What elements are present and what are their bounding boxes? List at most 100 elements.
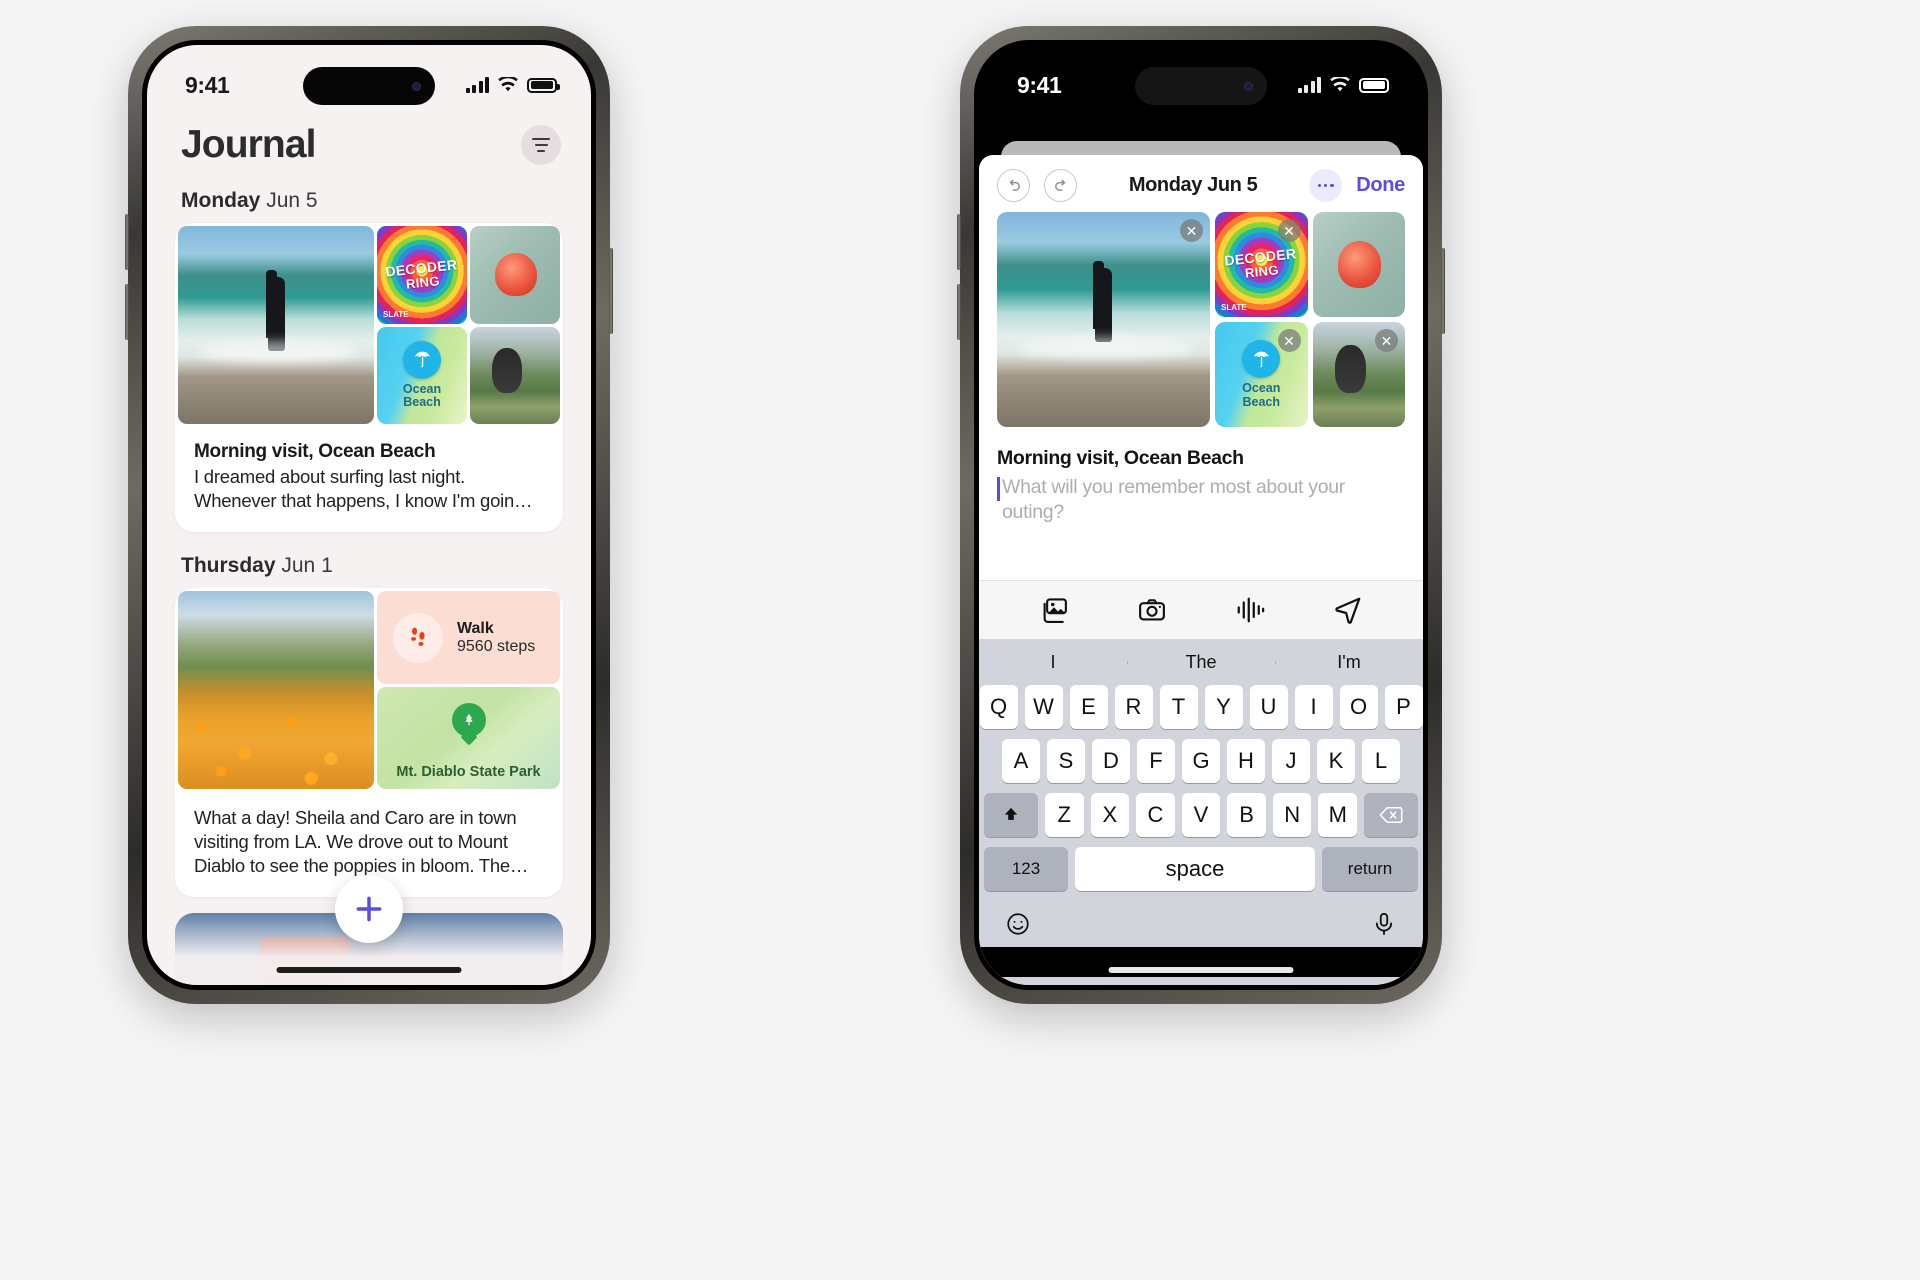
waveform-icon[interactable] — [1235, 595, 1265, 625]
photo-dog[interactable] — [470, 326, 560, 424]
remove-photo-button[interactable]: ✕ — [1180, 219, 1203, 242]
photo-shell[interactable] — [470, 226, 560, 324]
map-tile-ocean-beach[interactable]: Ocean Beach ✕ — [1215, 322, 1308, 427]
photo-surfer-beach[interactable]: ✕ — [997, 212, 1210, 427]
filter-icon[interactable] — [521, 125, 561, 165]
key-a[interactable]: A — [1002, 739, 1040, 783]
key-k[interactable]: K — [1317, 739, 1355, 783]
phone-left-bezel: 9:41 Journal Monday Jun 5 DECODER RING S… — [142, 40, 596, 990]
redo-icon[interactable] — [1044, 169, 1077, 202]
home-indicator[interactable] — [1108, 967, 1294, 973]
key-h[interactable]: H — [1227, 739, 1265, 783]
location-arrow-icon[interactable] — [1333, 595, 1363, 625]
key-g[interactable]: G — [1182, 739, 1220, 783]
workout-widget-walk[interactable]: Walk 9560 steps — [377, 591, 560, 685]
suggestion-2[interactable]: I'm — [1275, 652, 1423, 673]
map-label-line2: Beach — [1242, 394, 1281, 409]
entry-text-block: Morning visit, Ocean Beach I dreamed abo… — [175, 427, 563, 532]
beach-umbrella-icon — [1242, 340, 1281, 378]
shift-icon[interactable] — [983, 793, 1038, 837]
key-s[interactable]: S — [1047, 739, 1085, 783]
key-p[interactable]: P — [1384, 685, 1423, 729]
undo-icon[interactable] — [997, 169, 1030, 202]
key-v[interactable]: V — [1181, 793, 1221, 837]
photo-library-icon[interactable] — [1039, 595, 1069, 625]
suggestion-0[interactable]: I — [979, 652, 1127, 673]
backspace-icon[interactable] — [1364, 793, 1419, 837]
composer-toolbar — [979, 580, 1423, 639]
ellipsis-icon[interactable] — [1309, 169, 1343, 202]
entry-widgets-column: Walk 9560 steps Mt. Diablo State Park — [377, 591, 560, 790]
key-t[interactable]: T — [1159, 685, 1198, 729]
volume-up-button[interactable] — [957, 214, 961, 270]
key-u[interactable]: U — [1249, 685, 1288, 729]
key-c[interactable]: C — [1136, 793, 1175, 837]
photo-surfer-beach[interactable] — [178, 226, 374, 424]
workout-meta: Walk 9560 steps — [457, 620, 535, 656]
section-header-thursday: Thursday Jun 1 — [147, 532, 591, 588]
entry-media-row-top: DECODER RING SLATE — [377, 226, 560, 324]
space-key[interactable]: space — [1075, 847, 1315, 891]
journal-composer-screen: 9:41 Monday Jun 5 Done ✕ DECODER RING SL… — [979, 45, 1423, 985]
album-art-decoder-ring[interactable]: DECODER RING SLATE ✕ — [1215, 212, 1308, 317]
journal-entry-card[interactable]: Walk 9560 steps Mt. Diablo State Park Wh… — [175, 588, 563, 898]
key-j[interactable]: J — [1272, 739, 1310, 783]
key-l[interactable]: L — [1362, 739, 1400, 783]
photo-poppy-field[interactable] — [178, 591, 374, 790]
volume-down-button[interactable] — [125, 284, 129, 340]
journal-entry-card[interactable]: DECODER RING SLATE Ocean Beach Morning v… — [175, 223, 563, 533]
composer-nav-bar: Monday Jun 5 Done — [979, 155, 1423, 212]
camera-icon[interactable] — [1137, 595, 1167, 625]
microphone-icon[interactable] — [1371, 911, 1397, 937]
key-w[interactable]: W — [1024, 685, 1063, 729]
key-z[interactable]: Z — [1044, 793, 1084, 837]
key-b[interactable]: B — [1227, 793, 1266, 837]
composer-media-right: DECODER RING SLATE ✕ Ocean Beach ✕ ✕ — [1215, 212, 1405, 427]
wifi-icon — [1330, 77, 1350, 92]
entry-body-line3: Diablo to see the poppies in bloom. The… — [194, 854, 529, 876]
key-i[interactable]: I — [1294, 685, 1333, 729]
album-art-text: DECODER RING — [385, 256, 460, 293]
on-screen-keyboard: I The I'm Q W E R T Y U I O P A S D F G … — [979, 639, 1423, 985]
new-entry-button[interactable] — [335, 875, 403, 943]
entry-media-grid: DECODER RING SLATE Ocean Beach — [175, 223, 563, 427]
key-n[interactable]: N — [1272, 793, 1312, 837]
key-y[interactable]: Y — [1204, 685, 1243, 729]
composer-text-area[interactable]: Morning visit, Ocean Beach What will you… — [979, 427, 1423, 580]
numbers-key[interactable]: 123 — [984, 847, 1068, 891]
volume-down-button[interactable] — [957, 284, 961, 340]
key-m[interactable]: M — [1318, 793, 1358, 837]
album-badge: SLATE — [383, 309, 409, 319]
dynamic-island — [303, 67, 435, 105]
composer-body-field[interactable]: What will you remember most about your o… — [997, 475, 1405, 526]
key-x[interactable]: X — [1090, 793, 1130, 837]
return-key[interactable]: return — [1322, 847, 1418, 891]
power-button[interactable] — [1441, 248, 1445, 334]
key-q[interactable]: Q — [979, 685, 1018, 729]
beach-umbrella-icon — [403, 340, 441, 379]
entry-body-line1: What a day! Sheila and Caro are in town — [194, 807, 517, 829]
power-button[interactable] — [609, 248, 613, 334]
emoji-icon[interactable] — [1005, 911, 1031, 937]
home-indicator[interactable] — [276, 967, 462, 973]
volume-up-button[interactable] — [125, 214, 129, 270]
workout-value: 9560 steps — [457, 637, 536, 655]
entry-media-grid: Walk 9560 steps Mt. Diablo State Park — [175, 588, 563, 792]
photo-shell[interactable] — [1312, 212, 1405, 317]
suggestion-1[interactable]: The — [1127, 652, 1275, 673]
plus-icon — [356, 896, 382, 922]
done-button[interactable]: Done — [1356, 174, 1405, 197]
map-tile-mt-diablo[interactable]: Mt. Diablo State Park — [377, 687, 560, 790]
composer-media-row-bottom: Ocean Beach ✕ ✕ — [1215, 322, 1405, 427]
map-tile-ocean-beach[interactable]: Ocean Beach — [377, 326, 467, 424]
photo-dog[interactable]: ✕ — [1312, 322, 1405, 427]
album-art-decoder-ring[interactable]: DECODER RING SLATE — [377, 226, 467, 324]
key-e[interactable]: E — [1069, 685, 1108, 729]
key-o[interactable]: O — [1339, 685, 1378, 729]
remove-photo-button[interactable]: ✕ — [1375, 329, 1398, 352]
remove-photo-button[interactable]: ✕ — [1277, 329, 1301, 352]
key-r[interactable]: R — [1114, 685, 1153, 729]
remove-photo-button[interactable]: ✕ — [1277, 219, 1301, 242]
key-f[interactable]: F — [1137, 739, 1175, 783]
key-d[interactable]: D — [1092, 739, 1130, 783]
